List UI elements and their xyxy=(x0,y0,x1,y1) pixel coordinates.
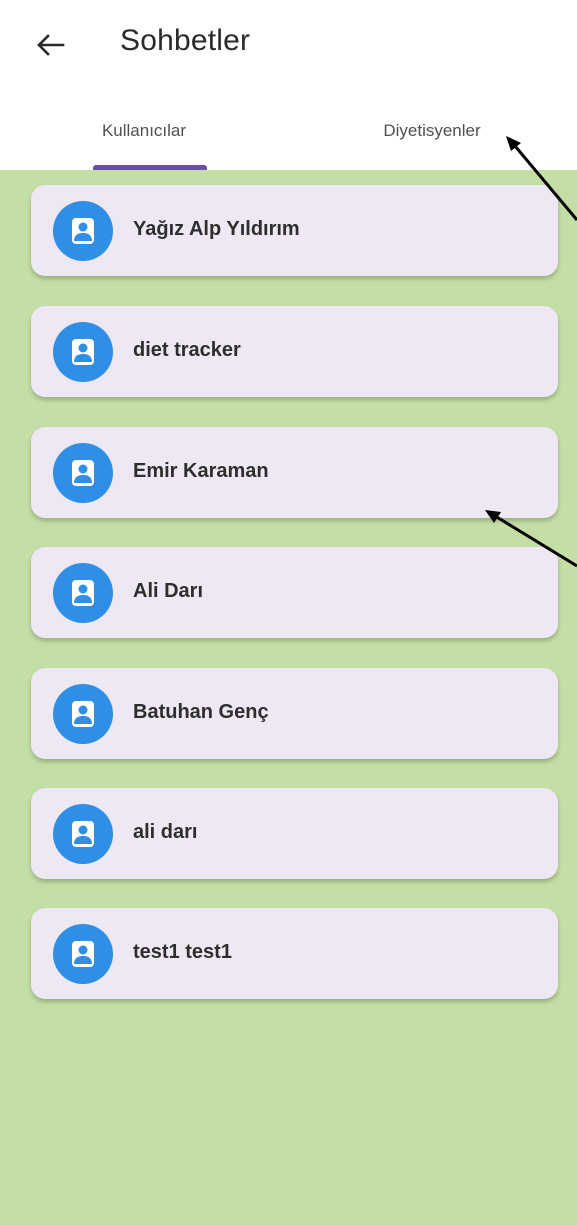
user-name: ali darı xyxy=(133,821,198,843)
avatar xyxy=(53,563,113,623)
avatar xyxy=(53,804,113,864)
list-item[interactable]: ali darı xyxy=(31,788,558,879)
person-icon xyxy=(72,460,94,486)
arrow-left-icon xyxy=(37,34,65,56)
user-name: Emir Karaman xyxy=(133,460,269,482)
list-item[interactable]: Ali Darı xyxy=(31,547,558,638)
person-icon xyxy=(72,218,94,244)
person-icon xyxy=(72,580,94,606)
user-name: test1 test1 xyxy=(133,941,232,963)
user-name: Ali Darı xyxy=(133,580,204,602)
list-item[interactable]: diet tracker xyxy=(31,306,558,397)
tab-kullanicilar[interactable]: Kullanıcılar xyxy=(0,95,288,170)
person-icon xyxy=(72,941,94,967)
tab-label: Diyetisyenler xyxy=(383,121,481,140)
back-button[interactable] xyxy=(22,20,78,70)
user-name: Batuhan Genç xyxy=(133,701,269,723)
user-name: Yağız Alp Yıldırım xyxy=(133,218,300,240)
user-list: Yağız Alp Yıldırım diet tracker Emir Kar… xyxy=(0,170,577,1225)
list-item[interactable]: Batuhan Genç xyxy=(31,668,558,759)
avatar xyxy=(53,322,113,382)
tab-label: Kullanıcılar xyxy=(101,121,187,140)
user-name: diet tracker xyxy=(133,339,241,361)
list-item[interactable]: Yağız Alp Yıldırım xyxy=(31,185,558,276)
avatar xyxy=(53,201,113,261)
app-bar: Sohbetler xyxy=(0,0,577,95)
avatar xyxy=(53,924,113,984)
person-icon xyxy=(72,339,94,365)
list-item[interactable]: Emir Karaman xyxy=(31,427,558,518)
avatar xyxy=(53,443,113,503)
person-icon xyxy=(72,821,94,847)
tab-bar: Kullanıcılar Diyetisyenler xyxy=(0,95,577,170)
person-icon xyxy=(72,701,94,727)
list-item[interactable]: test1 test1 xyxy=(31,908,558,999)
page-title: Sohbetler xyxy=(120,24,251,57)
tab-diyetisyenler[interactable]: Diyetisyenler xyxy=(288,95,576,170)
avatar xyxy=(53,684,113,744)
